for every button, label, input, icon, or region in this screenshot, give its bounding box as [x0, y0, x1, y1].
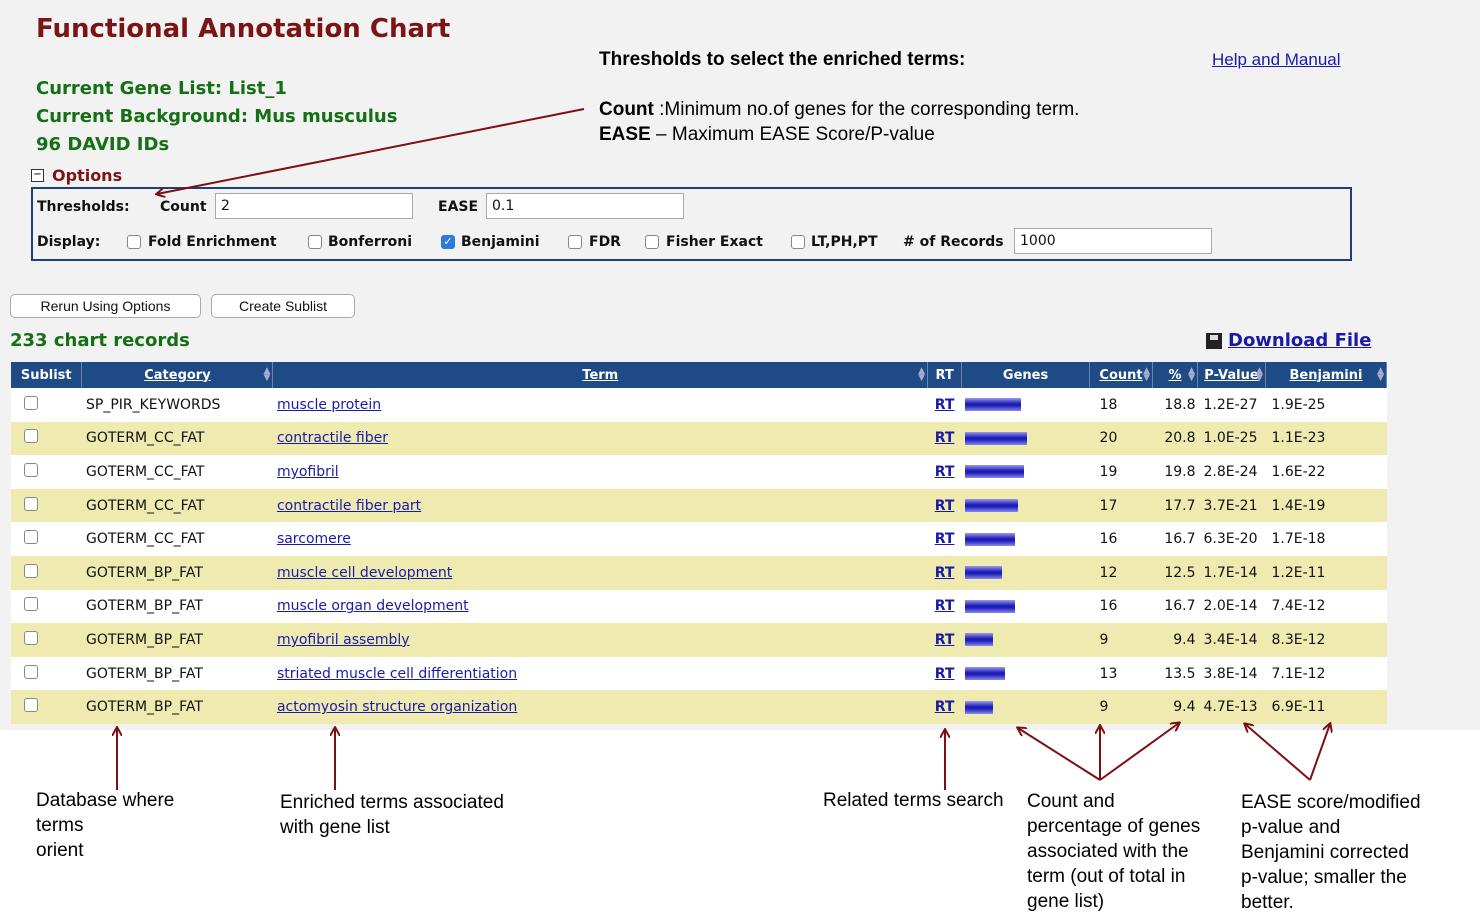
annotation-line: Count and: [1027, 791, 1115, 812]
annotation-line: better.: [1241, 892, 1294, 913]
annotation-arrows: [0, 108, 1480, 790]
annotation-line: p-value; smaller the: [1241, 867, 1407, 888]
annotation-line: percentage of genes: [1027, 816, 1201, 837]
annotation-related: Related terms search: [823, 790, 1004, 811]
annotation-line: orient: [36, 840, 84, 861]
annotation-line: Database where: [36, 790, 175, 811]
annotation-line: term (out of total in: [1027, 866, 1186, 887]
annotation-line: terms: [36, 815, 84, 836]
annotation-enriched: Enriched terms associated with gene list: [280, 790, 504, 840]
annotation-line: p-value and: [1241, 817, 1341, 838]
annotation-line: Enriched terms associated: [280, 792, 504, 813]
annotation-line: associated with the: [1027, 841, 1189, 862]
annotation-line: with gene list: [280, 817, 390, 838]
annotation-ease-score: EASE score/modified p-value and Benjamin…: [1241, 790, 1421, 915]
annotation-line: gene list): [1027, 891, 1105, 912]
annotation-count-pct: Count and percentage of genes associated…: [1027, 789, 1200, 914]
annotation-line: EASE score/modified: [1241, 792, 1421, 813]
annotation-line: Benjamini corrected: [1241, 842, 1409, 863]
annotation-database: Database where terms orient: [36, 788, 174, 863]
